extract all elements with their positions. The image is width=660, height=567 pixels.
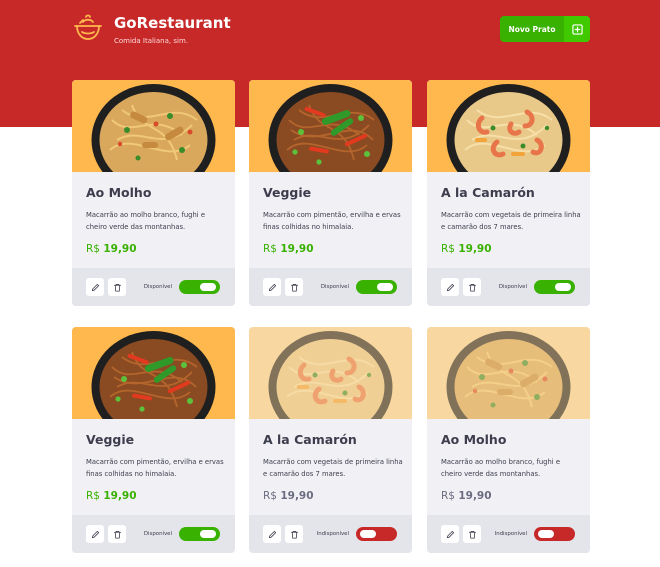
price-value: 19,90 xyxy=(458,490,492,502)
dish-image xyxy=(249,80,412,172)
dish-image xyxy=(72,80,235,172)
toggle-knob xyxy=(360,530,376,538)
dish-card: A la Camarón Macarrão com vegetais de pr… xyxy=(427,80,590,306)
price-currency: R$ xyxy=(441,243,455,255)
dish-card-footer: Disponível xyxy=(249,268,412,306)
dish-card-footer: Indisponível xyxy=(249,515,412,553)
dish-price: R$ 19,90 xyxy=(441,489,581,503)
dish-price: R$ 19,90 xyxy=(263,489,403,503)
dish-name: Ao Molho xyxy=(86,185,152,200)
new-dish-button[interactable]: Novo Prato xyxy=(500,16,590,42)
dish-image xyxy=(72,327,235,419)
toggle-knob xyxy=(538,530,554,538)
brand: GoRestaurant Comida Italiana, sim. xyxy=(72,12,231,47)
dish-image xyxy=(427,80,590,172)
price-currency: R$ xyxy=(86,243,100,255)
dish-name: A la Camarón xyxy=(263,432,357,447)
edit-button[interactable] xyxy=(86,525,104,543)
availability-toggle[interactable] xyxy=(534,280,575,294)
dish-price: R$ 19,90 xyxy=(86,242,226,256)
dish-name: A la Camarón xyxy=(441,185,535,200)
dish-description: Macarrão com vegetais de primeira linha … xyxy=(441,211,581,231)
availability-label: Disponível xyxy=(498,284,527,290)
dish-card: Veggie Macarrão com pimentão, ervilha e … xyxy=(249,80,412,306)
dish-price: R$ 19,90 xyxy=(263,242,403,256)
dish-card: Veggie Macarrão com pimentão, ervilha e … xyxy=(72,327,235,553)
availability-label: Indisponível xyxy=(494,531,527,537)
toggle-knob xyxy=(555,283,571,291)
cooking-pot-icon xyxy=(74,14,102,40)
app-subtitle: Comida Italiana, sim. xyxy=(114,37,188,45)
app-title: GoRestaurant xyxy=(114,14,231,32)
edit-button[interactable] xyxy=(86,278,104,296)
price-value: 19,90 xyxy=(103,490,137,502)
pencil-icon xyxy=(446,283,454,291)
plus-square-icon xyxy=(564,16,590,42)
dish-card: A la Camarón Macarrão com vegetais de pr… xyxy=(249,327,412,553)
dish-description: Macarrão com vegetais de primeira linha … xyxy=(263,458,403,478)
availability-toggle[interactable] xyxy=(356,527,397,541)
price-currency: R$ xyxy=(263,243,277,255)
dish-name: Veggie xyxy=(86,432,135,447)
pencil-icon xyxy=(91,530,99,538)
dish-card: Ao Molho Macarrão ao molho branco, fughi… xyxy=(72,80,235,306)
toggle-knob xyxy=(200,530,216,538)
dish-name: Ao Molho xyxy=(441,432,507,447)
price-value: 19,90 xyxy=(280,243,314,255)
dish-price: R$ 19,90 xyxy=(86,489,226,503)
dish-card: Ao Molho Macarrão ao molho branco, fughi… xyxy=(427,327,590,553)
dish-description: Macarrão ao molho branco, fughi e cheiro… xyxy=(86,211,206,231)
availability-label: Disponível xyxy=(320,284,349,290)
edit-button[interactable] xyxy=(441,525,459,543)
edit-button[interactable] xyxy=(263,278,281,296)
availability-label: Disponível xyxy=(143,284,172,290)
price-currency: R$ xyxy=(263,490,277,502)
dish-card-footer: Disponível xyxy=(427,268,590,306)
dish-card-footer: Disponível xyxy=(72,515,235,553)
pencil-icon xyxy=(446,530,454,538)
dish-description: Macarrão com pimentão, ervilha e ervas f… xyxy=(263,211,401,231)
new-dish-button-label: Novo Prato xyxy=(508,24,556,34)
price-value: 19,90 xyxy=(103,243,137,255)
price-value: 19,90 xyxy=(458,243,492,255)
dish-image xyxy=(427,327,590,419)
availability-toggle[interactable] xyxy=(179,280,220,294)
toggle-knob xyxy=(200,283,216,291)
edit-button[interactable] xyxy=(263,525,281,543)
availability-label: Disponível xyxy=(143,531,172,537)
toggle-knob xyxy=(377,283,393,291)
dish-image xyxy=(249,327,412,419)
dish-card-footer: Disponível xyxy=(72,268,235,306)
price-currency: R$ xyxy=(441,490,455,502)
dish-card-footer: Indisponível xyxy=(427,515,590,553)
dish-price: R$ 19,90 xyxy=(441,242,581,256)
availability-toggle[interactable] xyxy=(179,527,220,541)
availability-label: Indisponível xyxy=(316,531,349,537)
dish-description: Macarrão com pimentão, ervilha e ervas f… xyxy=(86,458,224,478)
pencil-icon xyxy=(268,283,276,291)
pencil-icon xyxy=(268,530,276,538)
price-currency: R$ xyxy=(86,490,100,502)
pencil-icon xyxy=(91,283,99,291)
edit-button[interactable] xyxy=(441,278,459,296)
availability-toggle[interactable] xyxy=(534,527,575,541)
dish-name: Veggie xyxy=(263,185,312,200)
dish-description: Macarrão ao molho branco, fughi e cheiro… xyxy=(441,458,561,478)
price-value: 19,90 xyxy=(280,490,314,502)
availability-toggle[interactable] xyxy=(356,280,397,294)
